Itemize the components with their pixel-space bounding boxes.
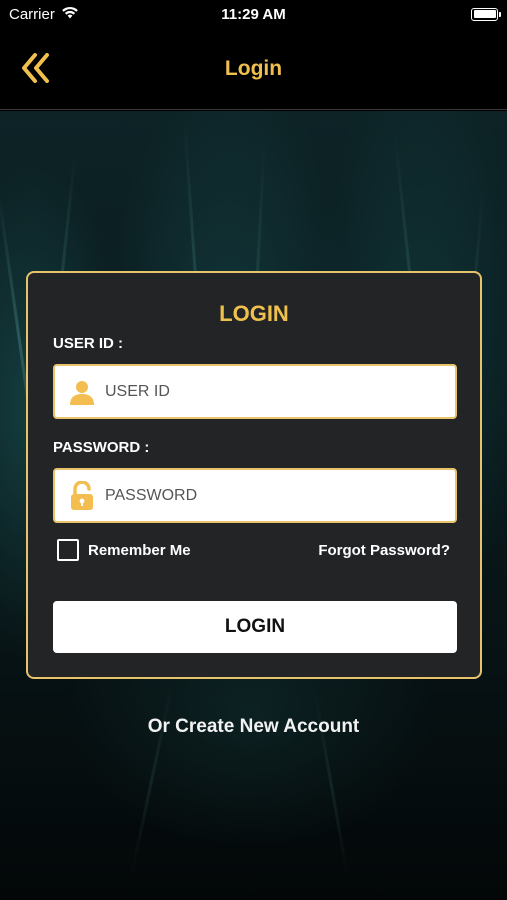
nav-bar: Login <box>0 28 507 110</box>
user-id-label: USER ID : <box>53 335 124 352</box>
card-title: LOGIN <box>219 301 289 326</box>
user-id-input[interactable] <box>105 382 445 401</box>
user-id-field[interactable] <box>53 364 457 419</box>
status-bar: Carrier 11:29 AM <box>0 0 507 28</box>
password-label: PASSWORD : <box>53 439 150 456</box>
forgot-password-link[interactable]: Forgot Password? <box>318 542 450 559</box>
remember-me-label: Remember Me <box>88 541 191 559</box>
create-account-link[interactable]: Or Create New Account <box>0 716 507 738</box>
remember-me[interactable]: Remember Me <box>57 539 191 561</box>
remember-me-checkbox[interactable] <box>57 539 79 561</box>
carrier-label: Carrier <box>9 5 55 23</box>
double-chevron-left-icon <box>22 53 49 83</box>
password-input[interactable] <box>105 486 445 505</box>
battery-icon <box>471 7 501 21</box>
login-card: LOGIN USER ID : PASSWORD : Remember Me F… <box>26 271 482 679</box>
page-title: Login <box>224 56 283 80</box>
battery-level <box>473 10 496 18</box>
unlock-icon <box>67 480 97 511</box>
back-button[interactable] <box>18 50 54 86</box>
password-field[interactable] <box>53 468 457 523</box>
login-button[interactable]: LOGIN <box>53 601 457 653</box>
wifi-icon <box>61 5 79 23</box>
user-icon <box>67 377 97 407</box>
status-left: Carrier <box>9 5 79 23</box>
